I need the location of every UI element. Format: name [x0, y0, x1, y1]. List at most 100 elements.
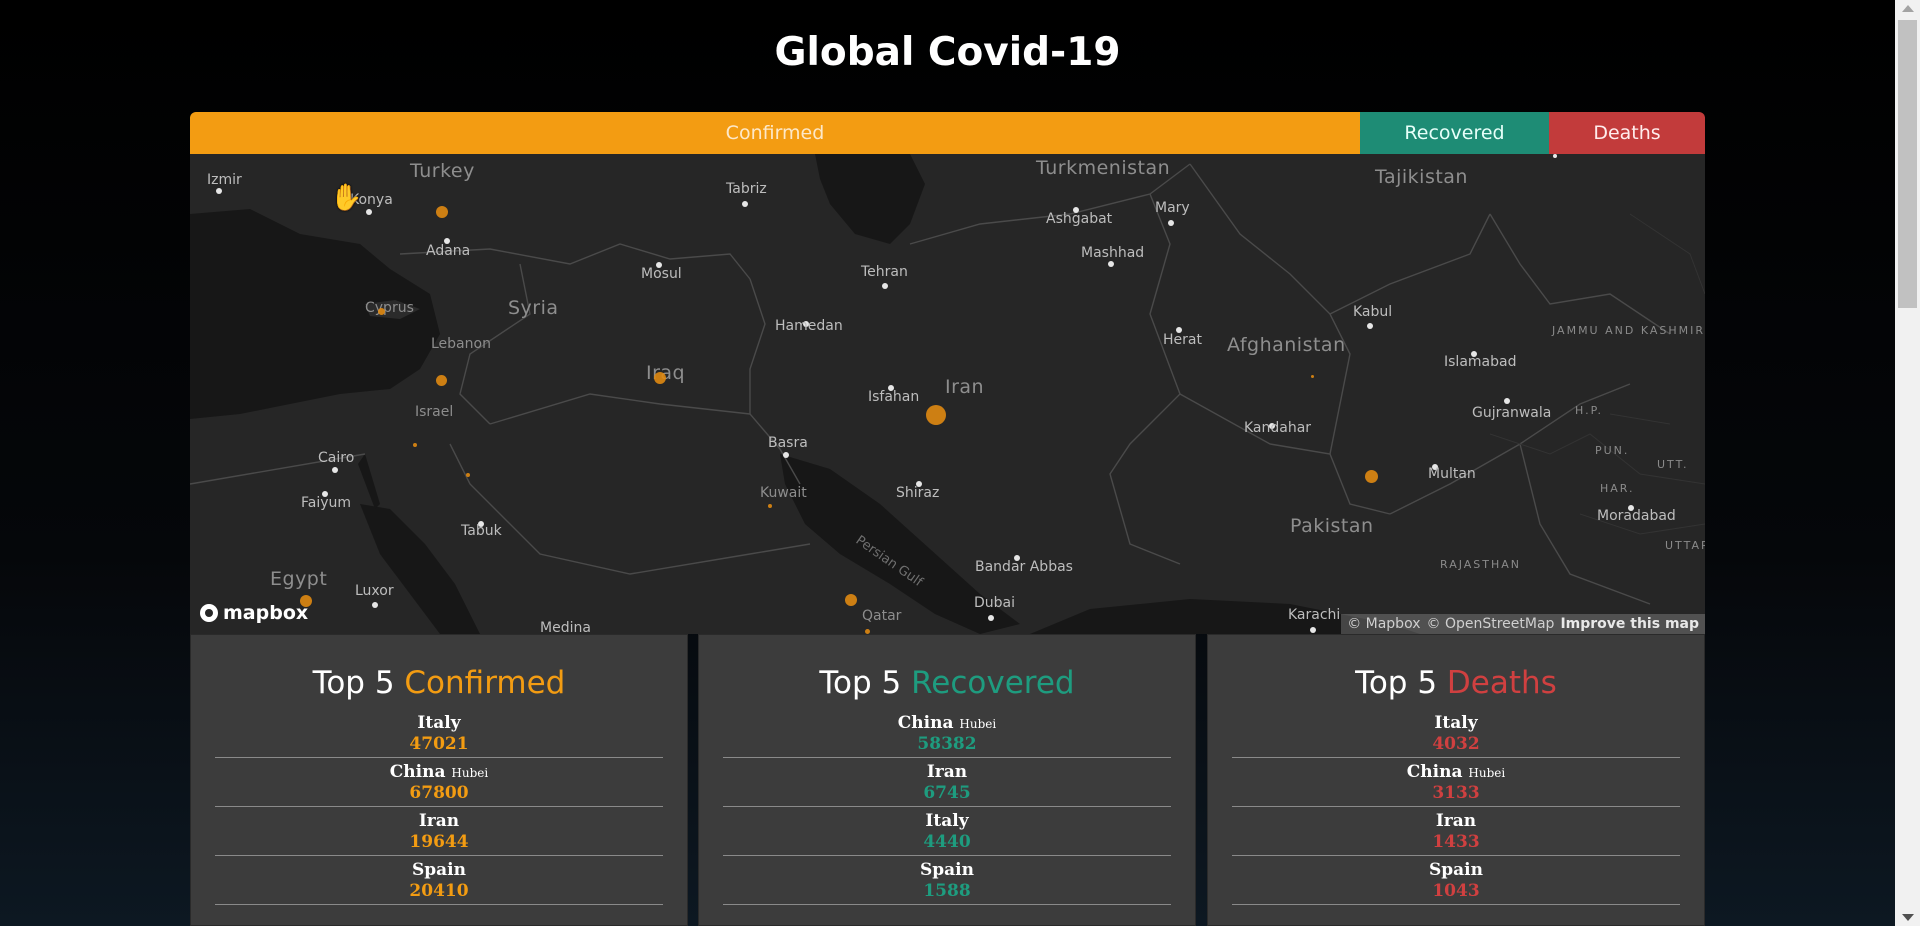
panel-heading: Top 5 Confirmed [191, 665, 687, 701]
map-label-region: UTT. [1657, 458, 1689, 471]
count-value: 1433 [1432, 832, 1480, 852]
case-circle[interactable] [1553, 154, 1557, 158]
mapbox-logo-text: mapbox [223, 602, 309, 624]
map-label-country: Israel [415, 404, 454, 420]
list-item: Iran 19644 [215, 807, 663, 856]
map-label-city: Luxor [355, 583, 394, 599]
count-value: 67800 [409, 783, 469, 803]
map-label-country: Egypt [270, 568, 328, 590]
page-scrollbar[interactable] [1895, 0, 1920, 926]
scroll-up-arrow-icon[interactable] [1902, 5, 1914, 12]
map-label-region: JAMMU AND KASHMIR [1552, 324, 1705, 337]
city-marker [372, 602, 378, 608]
case-circle[interactable] [926, 405, 946, 425]
world-map[interactable]: Turkey Turkmenistan Tajikistan Syria Cyp… [190, 154, 1705, 634]
panel-top5-confirmed: Top 5 Confirmed Italy 47021 China Hubei … [190, 634, 688, 926]
map-label-country: Tajikistan [1375, 166, 1468, 188]
case-circle[interactable] [413, 443, 417, 447]
case-circle[interactable] [1311, 375, 1314, 378]
page-title: Global Covid-19 [774, 30, 1121, 75]
count-value: 1588 [923, 881, 971, 901]
case-circle[interactable] [436, 206, 448, 218]
mapbox-logo[interactable]: mapbox [200, 602, 308, 624]
case-circle[interactable] [436, 375, 447, 386]
city-marker [332, 467, 338, 473]
country-name: Iran [418, 811, 460, 831]
case-circle[interactable] [378, 308, 385, 315]
city-marker [1168, 220, 1174, 226]
case-circle[interactable] [1365, 470, 1378, 483]
map-label-region: H.P. [1575, 404, 1603, 417]
count-value: 4440 [923, 832, 971, 852]
attribution-mapbox-link[interactable]: © Mapbox [1347, 616, 1420, 632]
map-label-city: Herat [1163, 332, 1202, 348]
panel-heading-prefix: Top 5 [312, 665, 395, 701]
tab-recovered[interactable]: Recovered [1360, 112, 1549, 154]
count-value: 47021 [409, 734, 469, 754]
city-marker [1108, 261, 1114, 267]
region-name: Hubei [1468, 766, 1506, 780]
map-label-city: Basra [768, 435, 808, 451]
list-item: Spain 1043 [1232, 856, 1680, 905]
city-marker [1367, 323, 1373, 329]
top5-panels: Top 5 Confirmed Italy 47021 China Hubei … [190, 634, 1705, 926]
ranking-list: Italy 4032 China Hubei 3133 Iran 1433 Sp… [1232, 709, 1680, 905]
list-item: China Hubei 58382 [723, 709, 1171, 758]
country-name: Spain [920, 860, 974, 880]
country-name: Iran [1435, 811, 1477, 831]
map-label-city: Moradabad [1597, 508, 1676, 524]
map-label-city: Hamedan [775, 318, 843, 334]
map-label-city: Tabriz [726, 181, 767, 197]
map-label-city: Mosul [641, 266, 682, 282]
scrollbar-thumb[interactable] [1898, 20, 1917, 308]
map-attribution: © Mapbox © OpenStreetMap Improve this ma… [1341, 614, 1705, 634]
count-value: 4032 [1432, 734, 1480, 754]
count-value: 3133 [1432, 783, 1480, 803]
list-item: China Hubei 3133 [1232, 758, 1680, 807]
improve-map-link[interactable]: Improve this map [1560, 616, 1699, 632]
list-item: Iran 6745 [723, 758, 1171, 807]
map-label-country: Turkey [410, 160, 475, 182]
map-label-city: Tehran [861, 264, 908, 280]
map-label-region: UTTAR PRADESH [1665, 539, 1705, 552]
case-circle[interactable] [768, 504, 772, 508]
map-label-city: Mashhad [1081, 245, 1145, 261]
list-item: Spain 1588 [723, 856, 1171, 905]
scroll-down-arrow-icon[interactable] [1902, 914, 1914, 921]
list-item: Iran 1433 [1232, 807, 1680, 856]
panel-top5-recovered: Top 5 Recovered China Hubei 58382 Iran 6… [698, 634, 1196, 926]
map-label-region: HAR. [1600, 482, 1635, 495]
city-marker [1310, 627, 1316, 633]
map-label-city: Shiraz [896, 485, 940, 501]
map-label-country: Pakistan [1290, 515, 1374, 537]
map-label-city: Izmir [207, 172, 242, 188]
tab-confirmed[interactable]: Confirmed [190, 112, 1360, 154]
map-label-city: Islamabad [1444, 354, 1517, 370]
map-label-city: Bandar Abbas [975, 559, 1073, 575]
case-circle[interactable] [845, 594, 857, 606]
map-label-country: Syria [508, 297, 559, 319]
ranking-list: China Hubei 58382 Iran 6745 Italy 4440 S… [723, 709, 1171, 905]
tab-deaths[interactable]: Deaths [1549, 112, 1705, 154]
map-label-country: Cyprus [365, 300, 414, 316]
country-name: Italy [1434, 713, 1478, 733]
city-marker [882, 283, 888, 289]
map-label-country: Lebanon [431, 336, 491, 352]
list-item: Italy 47021 [215, 709, 663, 758]
attribution-osm-link[interactable]: © OpenStreetMap [1427, 616, 1555, 632]
map-label-region: PUN. [1595, 444, 1630, 457]
panel-heading: Top 5 Deaths [1208, 665, 1704, 701]
country-name: China [897, 713, 954, 733]
city-marker [366, 209, 372, 215]
map-label-country: Kuwait [760, 485, 807, 501]
mapbox-icon [200, 604, 218, 622]
panel-top5-deaths: Top 5 Deaths Italy 4032 China Hubei 3133… [1207, 634, 1705, 926]
country-name: Italy [417, 713, 461, 733]
case-circle[interactable] [466, 473, 470, 477]
city-marker [988, 615, 994, 621]
count-value: 20410 [409, 881, 469, 901]
country-name: China [1406, 762, 1463, 782]
country-name: Iran [926, 762, 968, 782]
map-label-region: RAJASTHAN [1440, 558, 1522, 571]
case-circle[interactable] [654, 372, 666, 384]
